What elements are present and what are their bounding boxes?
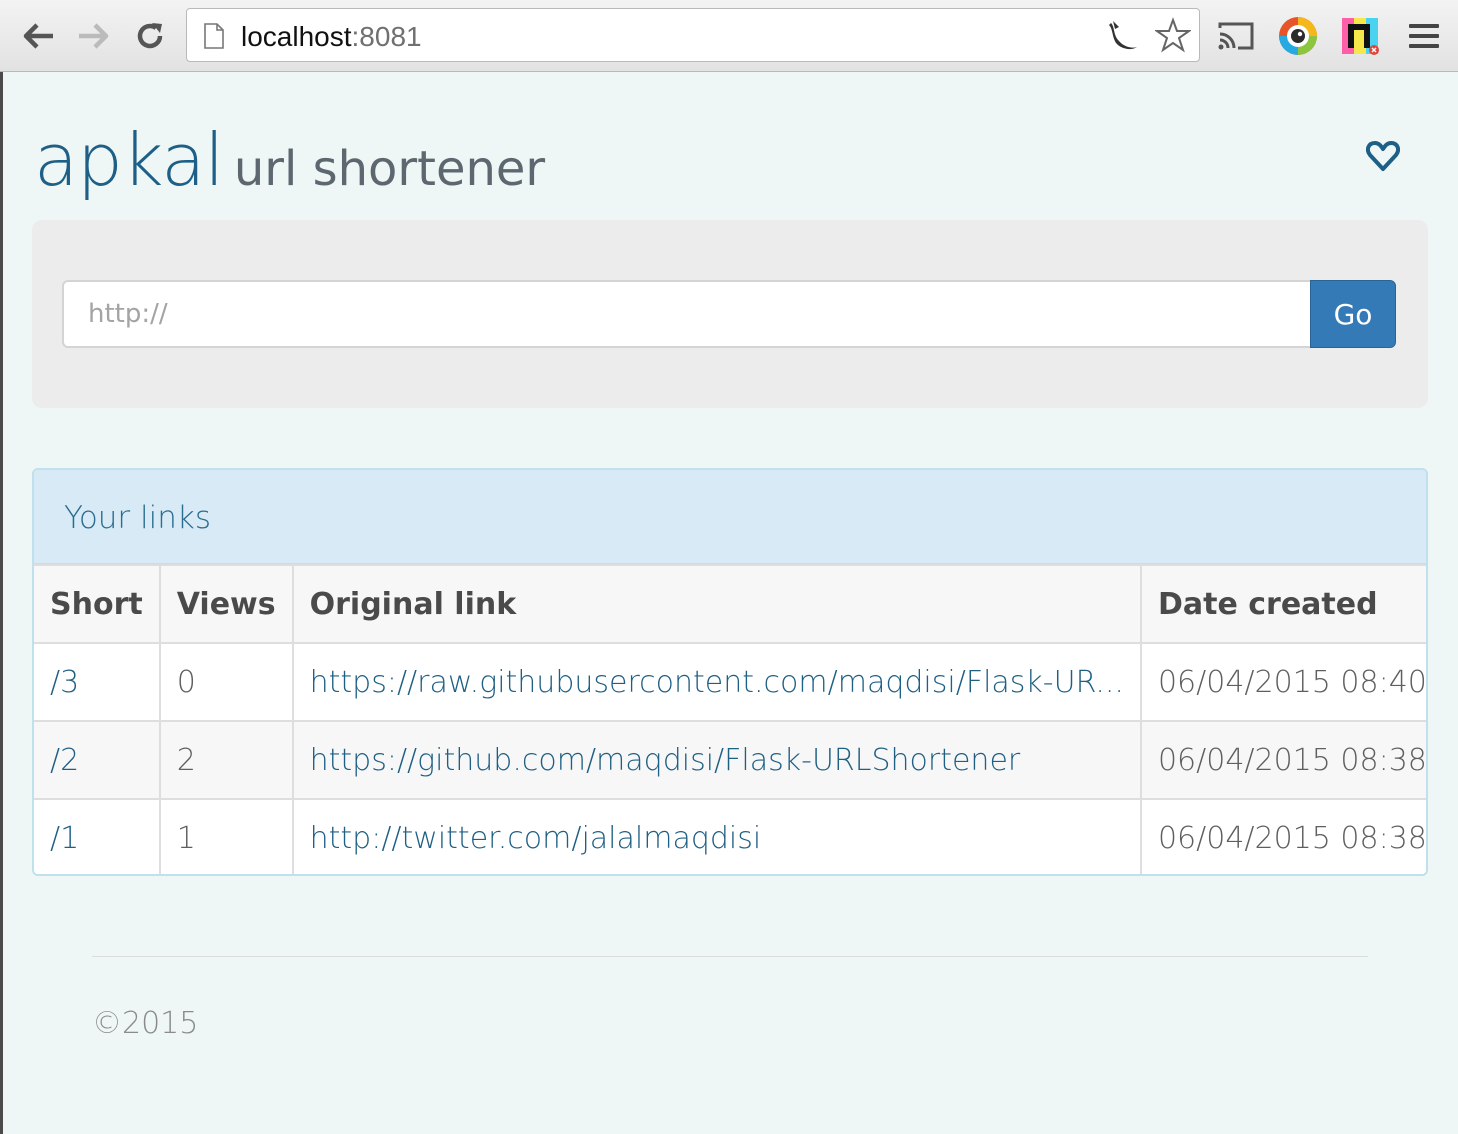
shorten-form: Go [32, 220, 1428, 408]
table-row: /3 0 https://raw.githubusercontent.com/m… [34, 642, 1426, 722]
cast-button[interactable] [1214, 14, 1258, 58]
reload-button[interactable] [130, 14, 170, 58]
views-count: 0 [158, 642, 294, 722]
views-count: 2 [158, 720, 294, 800]
back-arrow-icon [23, 23, 53, 49]
back-button[interactable] [18, 14, 58, 58]
cast-icon [1218, 22, 1254, 50]
original-link[interactable]: https://github.com/maqdisi/Flask-URLShor… [291, 720, 1142, 800]
menu-icon [1409, 24, 1439, 48]
short-link[interactable]: /3 [34, 642, 161, 722]
go-button[interactable]: Go [1310, 280, 1396, 348]
table-header-row: Short Views Original link Date created [34, 564, 1426, 644]
column-header-date-created: Date created [1139, 564, 1426, 644]
panel-title: Your links [64, 500, 212, 536]
brand-name[interactable]: apkal [34, 118, 224, 202]
links-panel: Your links Short Views Original link Dat… [32, 468, 1428, 876]
short-link[interactable]: /2 [34, 720, 161, 800]
extension-icon[interactable] [1105, 19, 1141, 55]
date-created: 06/04/2015 08:40 [1139, 642, 1426, 722]
date-created: 06/04/2015 08:38 [1139, 798, 1426, 874]
original-link[interactable]: https://raw.githubusercontent.com/maqdis… [291, 642, 1142, 722]
address-text: localhost:8081 [241, 21, 422, 52]
page-icon [204, 23, 224, 49]
column-header-original-link: Original link [291, 564, 1142, 644]
menu-button[interactable] [1402, 14, 1446, 58]
views-count: 1 [158, 798, 294, 874]
color-picker-icon [1279, 17, 1317, 55]
browser-toolbar: localhost:8081 [0, 0, 1458, 72]
reload-icon [137, 23, 163, 49]
column-header-short: Short [34, 564, 161, 644]
original-link[interactable]: http://twitter.com/jalalmaqdisi [291, 798, 1142, 874]
column-header-views: Views [158, 564, 294, 644]
address-bar[interactable]: localhost:8081 [186, 8, 1200, 62]
brand-subtitle: url shortener [233, 141, 546, 197]
copyright: ©2015 [92, 1006, 199, 1041]
url-input[interactable] [62, 280, 1310, 348]
bookmark-star-icon[interactable] [1155, 17, 1191, 53]
table-row: /2 2 https://github.com/maqdisi/Flask-UR… [34, 720, 1426, 800]
panel-heading: Your links [34, 470, 1426, 564]
links-table: Short Views Original link Date created /… [34, 564, 1426, 874]
table-row: /1 1 http://twitter.com/jalalmaqdisi 06/… [34, 798, 1426, 874]
short-link[interactable]: /1 [34, 798, 161, 874]
window-edge [0, 72, 3, 1134]
date-created: 06/04/2015 08:38 [1139, 720, 1426, 800]
heart-icon[interactable] [1366, 140, 1400, 172]
color-picker-button[interactable] [1276, 14, 1320, 58]
forward-button[interactable] [74, 14, 114, 58]
page-title: apkal url shortener [34, 118, 545, 202]
extension-button[interactable] [1338, 14, 1382, 58]
forward-arrow-icon [79, 23, 109, 49]
extension-icon [1342, 18, 1379, 55]
footer-divider [92, 956, 1368, 957]
